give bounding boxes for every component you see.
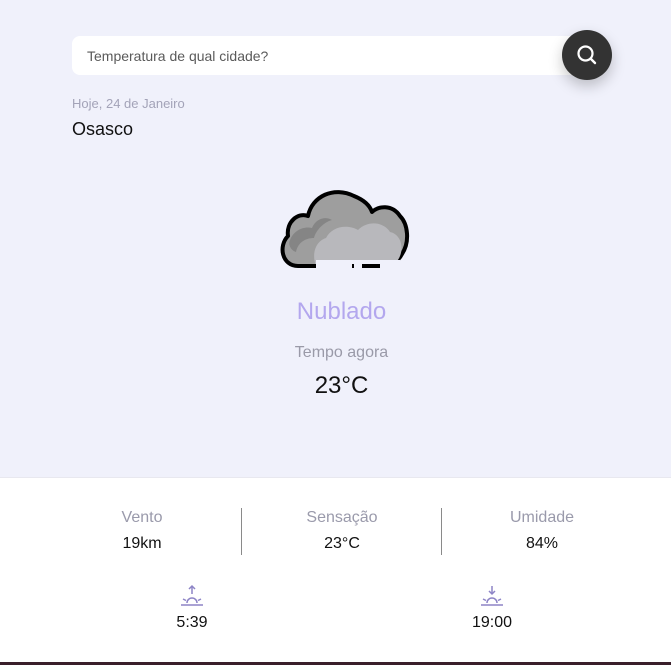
current-time-label: Tempo agora — [294, 344, 389, 361]
humidity-label: Umidade — [509, 509, 575, 526]
sunrise: 5:39 — [152, 584, 232, 632]
feels-like-label: Sensação — [306, 509, 378, 526]
city-name: Osasco — [72, 119, 134, 139]
details-panel: Vento 19km Sensação 23°C Umidade 84% 5:3… — [0, 477, 671, 665]
wind-label: Vento — [121, 509, 163, 526]
humidity-stat: Umidade 84% — [442, 509, 642, 553]
search-bar — [72, 30, 612, 80]
wind-stat: Vento 19km — [42, 509, 242, 553]
wind-value: 19km — [122, 535, 162, 552]
humidity-value: 84% — [525, 535, 559, 552]
current-weather-panel: Hoje, 24 de Janeiro Osasco Nublado Tempo… — [0, 0, 671, 477]
weather-condition: Nublado — [296, 298, 387, 325]
sunset-time: 19:00 — [471, 614, 513, 631]
sunrise-icon — [181, 584, 203, 606]
feels-like-stat: Sensação 23°C — [242, 509, 442, 553]
sunset: 19:00 — [452, 584, 532, 632]
search-icon — [577, 45, 597, 65]
feels-like-value: 23°C — [324, 535, 360, 552]
current-date: Hoje, 24 de Janeiro — [72, 96, 185, 111]
sunset-icon — [481, 586, 503, 606]
current-temperature: 23°C — [314, 372, 369, 399]
cloud-icon — [280, 190, 409, 270]
search-button[interactable] — [562, 30, 612, 80]
search-input[interactable] — [72, 36, 592, 75]
sunrise-time: 5:39 — [176, 614, 208, 631]
